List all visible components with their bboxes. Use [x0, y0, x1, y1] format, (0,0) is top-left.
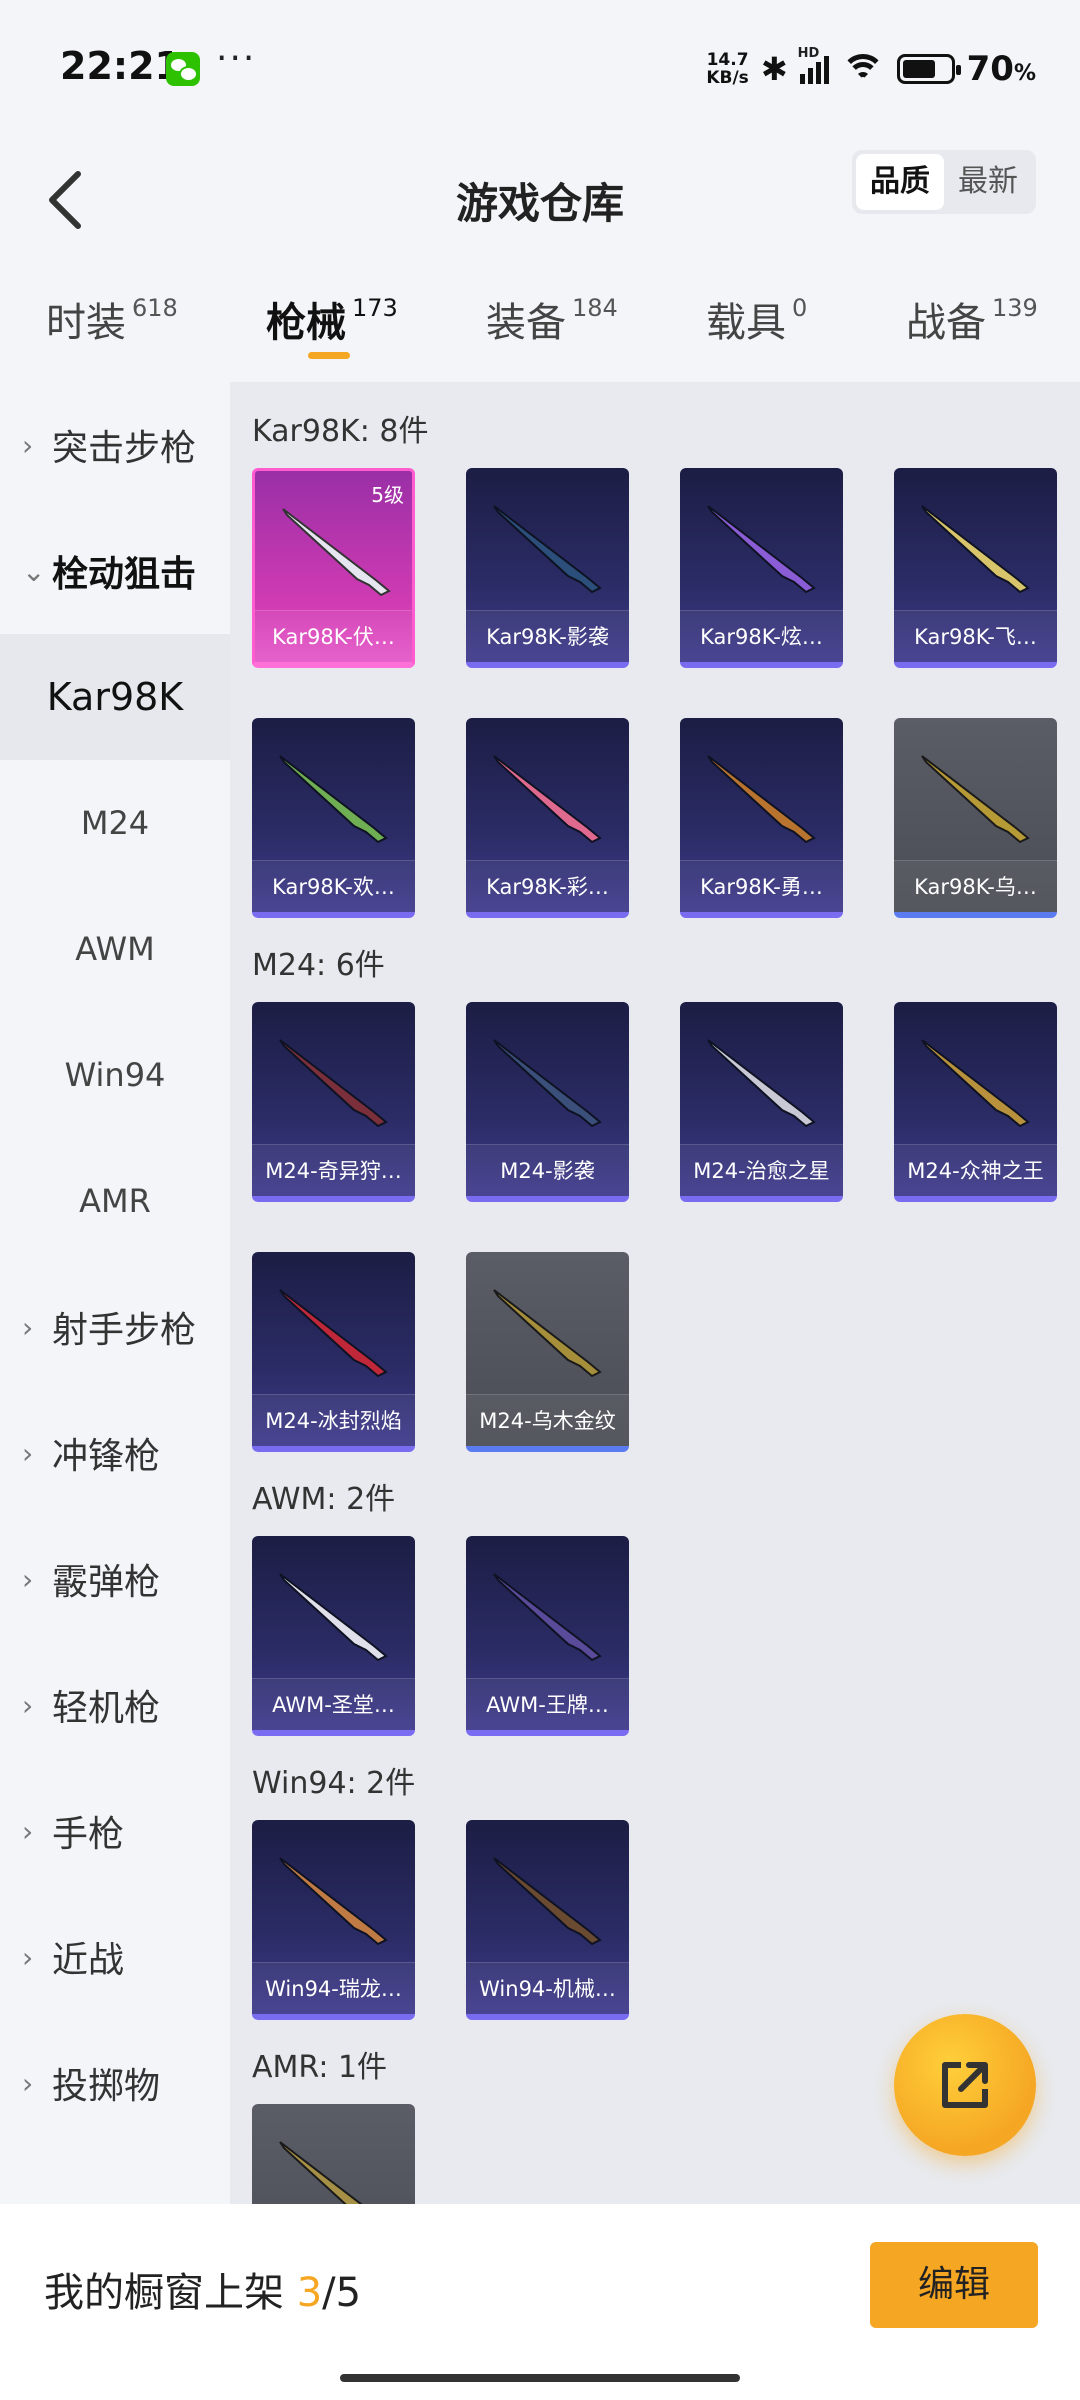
item-card[interactable]: M24-治愈之星 — [680, 1002, 843, 1202]
sidebar-subitem-amr[interactable]: AMR — [0, 1138, 230, 1264]
sort-toggle: 品质 最新 — [852, 150, 1036, 214]
battery-percent: 70% — [966, 49, 1036, 89]
group-title-amr: AMR: 1件 — [252, 2050, 388, 2085]
chevron-right-icon: › — [22, 428, 34, 462]
sidebar-item-smg[interactable]: › 冲锋枪 — [0, 1390, 230, 1516]
sidebar-item-bolt-sniper[interactable]: ⌄ 栓动狙击 — [0, 508, 230, 634]
chevron-right-icon: › — [22, 1940, 34, 1974]
item-card[interactable]: Kar98K-欢… — [252, 718, 415, 918]
sidebar-subitem-win94[interactable]: Win94 — [0, 1012, 230, 1138]
item-grid: Kar98K: 8件 5级 Kar98K-伏… Kar98K-影袭 Kar98K… — [230, 382, 1080, 2204]
rifle-icon — [279, 1289, 388, 1378]
rifle-icon — [279, 1573, 388, 1662]
rifle-icon — [493, 505, 602, 594]
active-tab-indicator — [308, 352, 350, 359]
chevron-right-icon: › — [22, 2066, 34, 2100]
item-card[interactable]: Win94-瑞龙… — [252, 1820, 415, 2020]
group-title-awm: AWM: 2件 — [252, 1482, 396, 1517]
item-card[interactable]: Kar98K-乌… — [894, 718, 1057, 918]
sidebar-item-pistol[interactable]: › 手枪 — [0, 1768, 230, 1894]
item-card[interactable]: Kar98K-影袭 — [466, 468, 629, 668]
sidebar-item-throwable[interactable]: › 投掷物 — [0, 2020, 230, 2146]
tab-fashion[interactable]: 时装 618 — [46, 290, 178, 370]
rifle-icon — [707, 755, 816, 844]
category-tabs: 时装 618 枪械 173 装备 184 载具 0 战备 139 — [0, 280, 1080, 380]
rifle-icon — [279, 1039, 388, 1128]
battery-icon — [896, 54, 961, 84]
sidebar-subitem-m24[interactable]: M24 — [0, 760, 230, 886]
rifle-icon — [493, 1039, 602, 1128]
item-card[interactable]: Kar98K-彩… — [466, 718, 629, 918]
sidebar: › 突击步枪 ⌄ 栓动狙击 Kar98K M24 AWM Win94 AMR ›… — [0, 382, 230, 2204]
wifi-icon — [840, 52, 885, 86]
chevron-right-icon: › — [22, 1814, 34, 1848]
rifle-icon — [493, 1289, 602, 1378]
item-card[interactable]: M24-奇异狩… — [252, 1002, 415, 1202]
rifle-icon — [493, 1573, 602, 1662]
item-card[interactable]: Kar98K-炫… — [680, 468, 843, 668]
sort-option-latest[interactable]: 最新 — [944, 154, 1032, 210]
item-card[interactable]: M24-影袭 — [466, 1002, 629, 1202]
network-speed: 14.7 KB/s — [706, 50, 749, 88]
rifle-icon — [279, 1857, 388, 1946]
item-card[interactable]: Kar98K-飞… — [894, 468, 1057, 668]
rifle-icon — [921, 755, 1030, 844]
sidebar-item-marksman-rifle[interactable]: › 射手步枪 — [0, 1264, 230, 1390]
tab-vehicles[interactable]: 载具 0 — [706, 290, 807, 370]
rifle-icon — [279, 755, 388, 844]
sidebar-item-lmg[interactable]: › 轻机枪 — [0, 1642, 230, 1768]
share-icon — [942, 2062, 988, 2108]
group-title-kar98k: Kar98K: 8件 — [252, 414, 429, 449]
item-card[interactable]: M24-乌木金纹 — [466, 1252, 629, 1452]
item-card[interactable]: AWM-王牌… — [466, 1536, 629, 1736]
group-title-m24: M24: 6件 — [252, 948, 385, 983]
share-button[interactable] — [894, 2014, 1036, 2156]
sidebar-item-shotgun[interactable]: › 霰弹枪 — [0, 1516, 230, 1642]
item-card[interactable]: 5级 Kar98K-伏… — [252, 468, 415, 668]
item-card[interactable]: Kar98K-勇… — [680, 718, 843, 918]
bluetooth-icon: ✱ — [760, 50, 788, 88]
item-card[interactable]: M24-众神之王 — [894, 1002, 1057, 1202]
sidebar-subitem-kar98k[interactable]: Kar98K — [0, 634, 230, 760]
bottom-bar: 我的橱窗上架 3/5 编辑 — [0, 2204, 1080, 2400]
chevron-right-icon: › — [22, 1310, 34, 1344]
item-card[interactable] — [252, 2104, 415, 2204]
rifle-icon — [921, 1039, 1030, 1128]
sidebar-item-melee[interactable]: › 近战 — [0, 1894, 230, 2020]
group-title-win94: Win94: 2件 — [252, 1766, 416, 1801]
item-card[interactable]: AWM-圣堂… — [252, 1536, 415, 1736]
header: 游戏仓库 品质 最新 — [0, 140, 1080, 270]
rifle-icon — [921, 505, 1030, 594]
rifle-icon — [707, 1039, 816, 1128]
sort-option-quality[interactable]: 品质 — [856, 154, 944, 210]
rifle-icon — [707, 505, 816, 594]
home-indicator[interactable] — [340, 2374, 740, 2382]
item-card[interactable]: M24-冰封烈焰 — [252, 1252, 415, 1452]
chevron-right-icon: › — [22, 1562, 34, 1596]
chevron-right-icon: › — [22, 1688, 34, 1722]
status-bar: 22:21 ··· 14.7 KB/s ✱ HD 70% — [0, 0, 1080, 140]
edit-button[interactable]: 编辑 — [870, 2242, 1038, 2328]
tab-supplies[interactable]: 战备 139 — [906, 290, 1038, 370]
wechat-icon — [166, 52, 200, 86]
more-notifications-icon: ··· — [216, 38, 257, 79]
rifle-icon — [493, 755, 602, 844]
sidebar-item-assault-rifle[interactable]: › 突击步枪 — [0, 382, 230, 508]
tab-equipment[interactable]: 装备 184 — [486, 290, 618, 370]
rifle-icon — [493, 1857, 602, 1946]
signal-icon: HD — [798, 46, 829, 84]
shelf-status: 我的橱窗上架 3/5 — [44, 2270, 362, 2316]
item-card[interactable]: Win94-机械… — [466, 1820, 629, 2020]
chevron-down-icon: ⌄ — [22, 554, 46, 588]
rifle-icon — [279, 2141, 363, 2204]
status-time: 22:21 — [60, 44, 181, 88]
rifle-icon — [282, 508, 391, 597]
sidebar-subitem-awm[interactable]: AWM — [0, 886, 230, 1012]
chevron-right-icon: › — [22, 1436, 34, 1470]
